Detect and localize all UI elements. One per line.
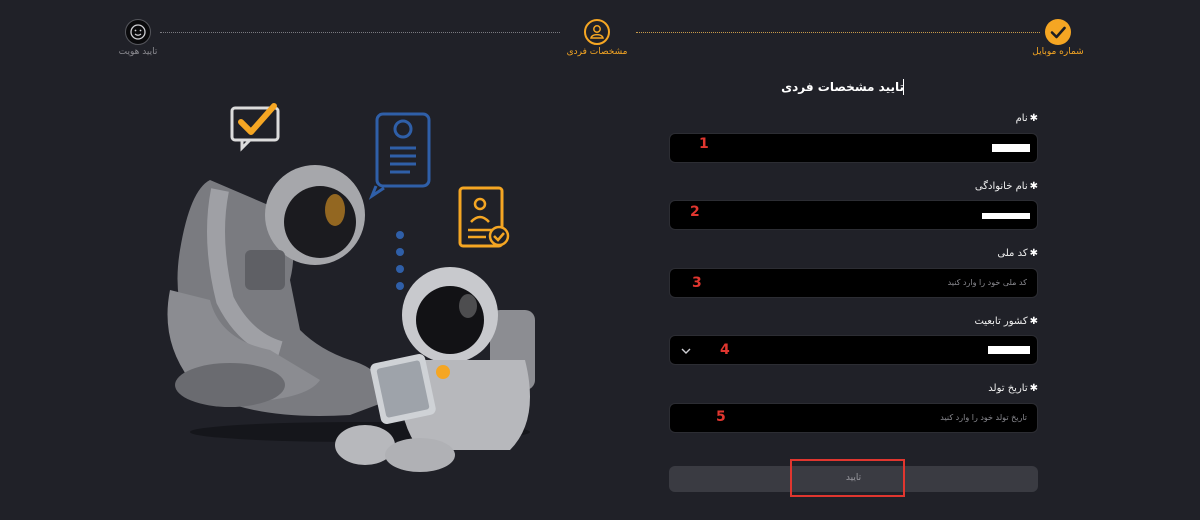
required-mark: ✱ [1029, 181, 1038, 192]
astronaut-illustration [167, 103, 535, 472]
chevron-down-icon[interactable] [680, 346, 692, 356]
last-name-label-text: نام خانوادگی [974, 181, 1028, 192]
national-code-placeholder: کد ملی خود را وارد کنید [947, 278, 1027, 287]
national-code-label: ✱کد ملی [997, 248, 1038, 259]
document-check-icon [458, 186, 510, 248]
national-code-label-text: کد ملی [997, 248, 1028, 259]
birth-date-placeholder: تاریخ تولد خود را وارد کنید [940, 413, 1027, 422]
step-label-identity: تایید هویت [118, 47, 158, 57]
step-mobile-check-icon [1045, 19, 1071, 45]
required-mark: ✱ [1029, 248, 1038, 259]
text-cursor [903, 79, 904, 95]
annotation-number: 3 [692, 275, 702, 291]
nationality-label: ✱کشور تابعیت [974, 316, 1038, 327]
birth-date-label-text: تاریخ تولد [988, 383, 1028, 394]
annotation-number: 2 [690, 204, 700, 220]
redacted-value [992, 144, 1030, 152]
first-name-input[interactable] [669, 133, 1038, 163]
last-name-label: ✱نام خانوادگی [975, 181, 1038, 192]
required-mark: ✱ [1029, 383, 1038, 394]
redacted-value [982, 213, 1030, 219]
form-title: تایید مشخصات فردی [781, 80, 904, 94]
required-mark: ✱ [1029, 113, 1038, 124]
nationality-label-text: کشور تابعیت [974, 316, 1028, 327]
last-name-input[interactable] [669, 200, 1038, 230]
step-label-mobile: شماره موبایل [1032, 47, 1084, 57]
national-code-input[interactable]: کد ملی خود را وارد کنید [669, 268, 1038, 298]
step-identity-smiley-icon [125, 19, 151, 45]
required-mark: ✱ [1029, 316, 1038, 327]
step-label-personal: مشخصات فردی [566, 47, 628, 57]
first-name-label-text: نام [1015, 113, 1028, 124]
birth-date-label: ✱تاریخ تولد [988, 383, 1038, 394]
profile-card-icon [368, 112, 431, 200]
stepper-connector [636, 32, 1040, 33]
redacted-value [988, 346, 1030, 354]
astronaut-adult [167, 165, 390, 416]
first-name-label: ✱نام [1016, 113, 1038, 124]
annotation-number: 1 [699, 136, 709, 152]
check-bubble-icon [230, 103, 280, 152]
annotation-number: 5 [716, 409, 726, 425]
annotation-number: 4 [720, 342, 730, 358]
annotation-highlight-box [790, 459, 905, 497]
stepper-connector [160, 32, 560, 33]
step-personal-user-icon [584, 19, 610, 45]
